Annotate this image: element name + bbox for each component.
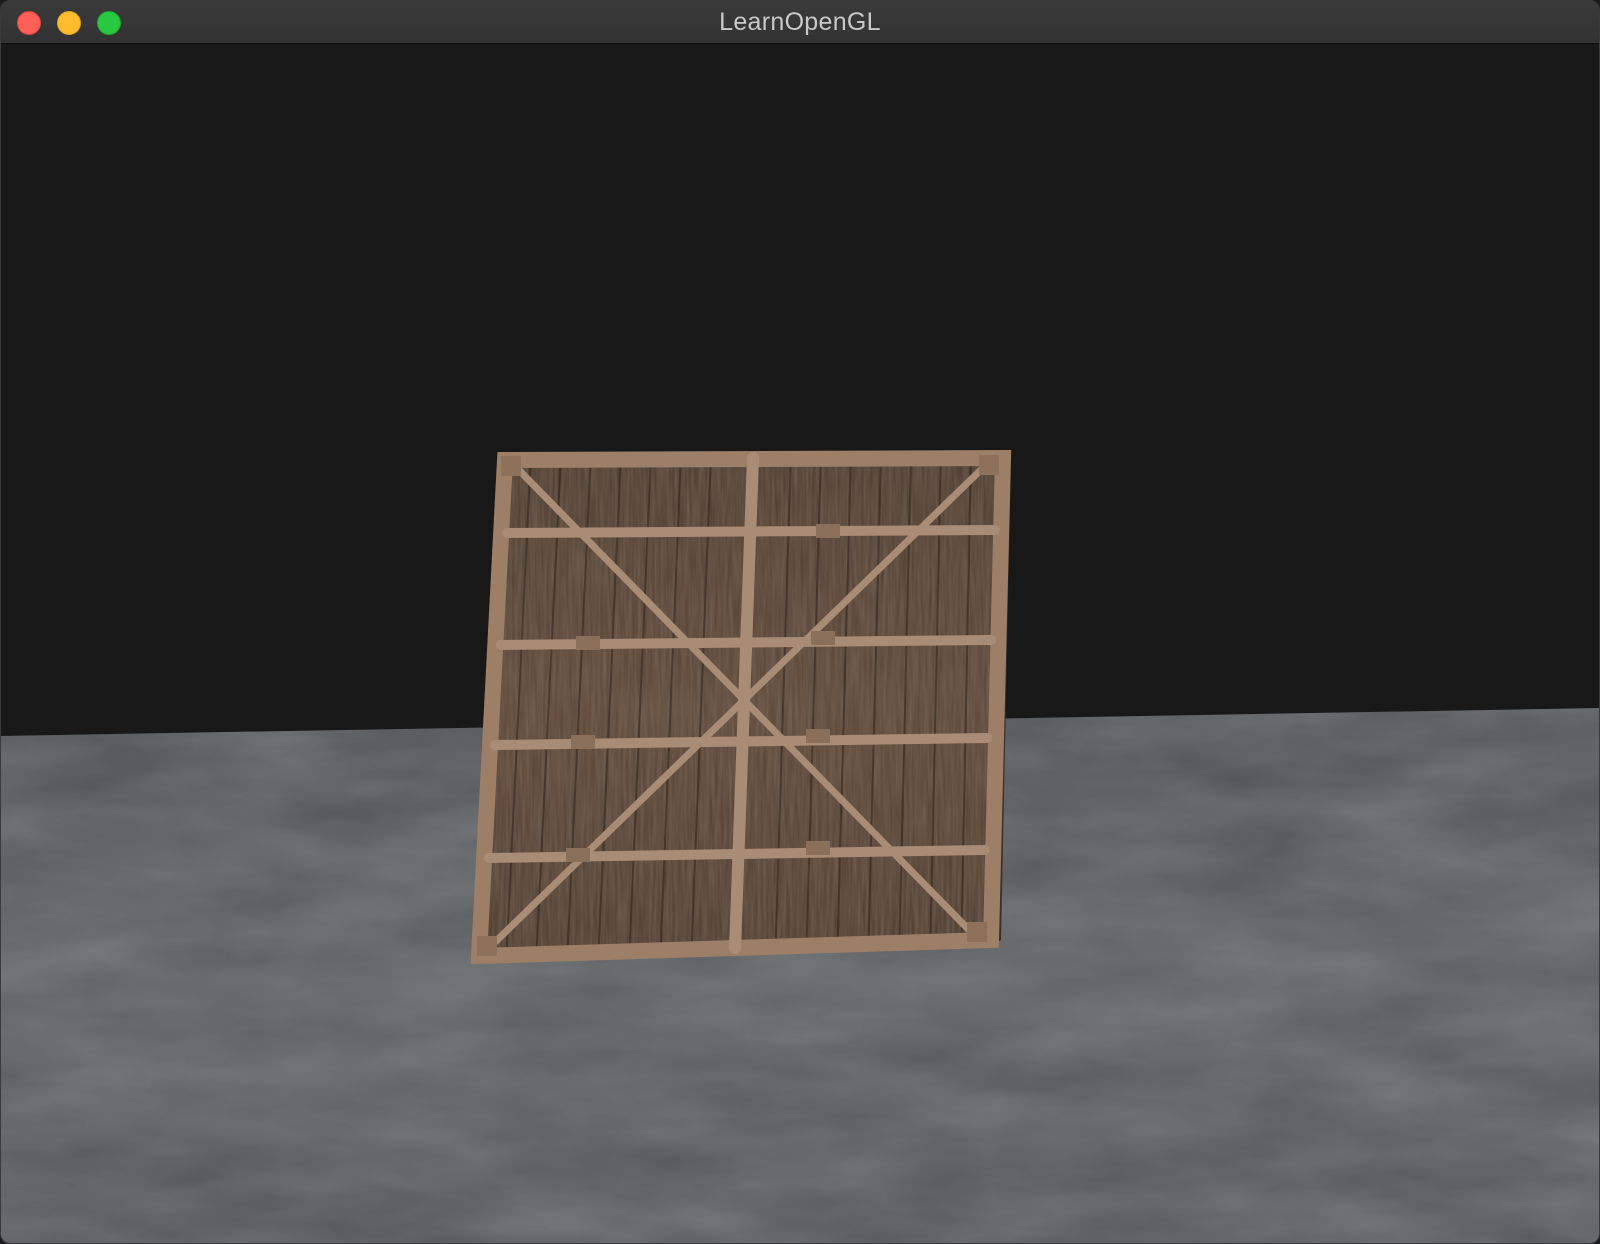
window-title: LearnOpenGL — [719, 8, 881, 36]
title-bar[interactable]: LearnOpenGL — [1, 1, 1599, 44]
opengl-viewport[interactable] — [1, 44, 1599, 1243]
app-window: LearnOpenGL — [0, 0, 1600, 1244]
wooden-crate — [470, 449, 1012, 965]
scene-render — [1, 44, 1599, 1243]
